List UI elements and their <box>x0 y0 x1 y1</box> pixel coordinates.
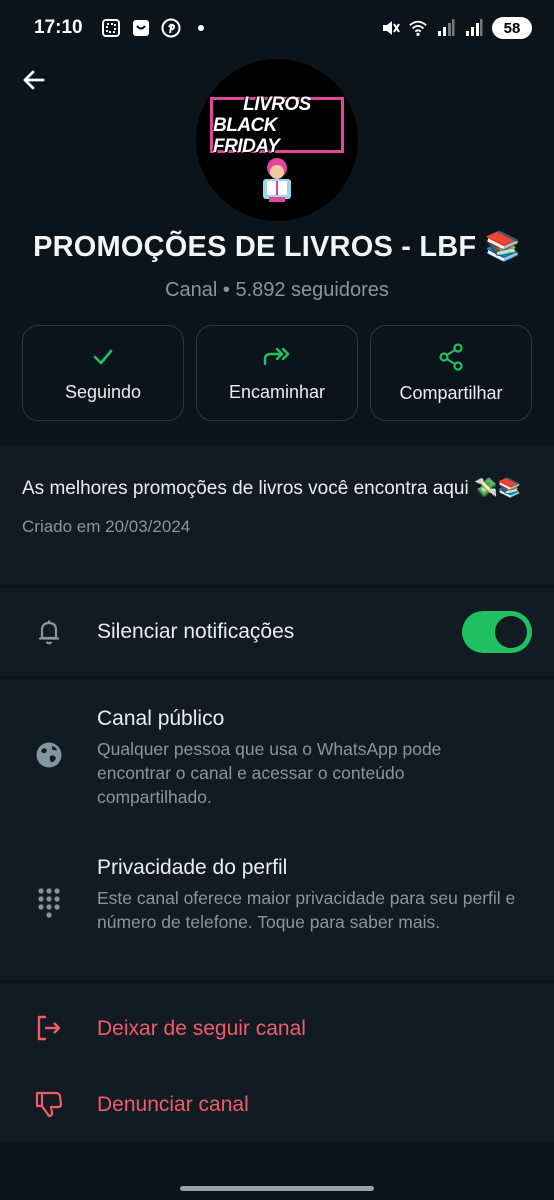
wifi-icon <box>408 18 428 38</box>
created-date: Criado em 20/03/2024 <box>22 517 191 536</box>
mute-icon <box>380 18 400 38</box>
battery-indicator: 58 <box>492 17 532 39</box>
share-label: Compartilhar <box>399 382 503 403</box>
channel-description: As melhores promoções de livros você enc… <box>22 478 522 499</box>
thumbs-down-icon <box>34 1089 64 1119</box>
avatar-logo-frame: LIVROS BLACK FRIDAY <box>210 93 344 157</box>
exit-icon <box>34 1013 64 1043</box>
home-indicator[interactable] <box>180 1186 374 1191</box>
forward-label: Encaminhar <box>228 381 326 402</box>
status-left-icons <box>101 18 211 38</box>
following-label: Seguindo <box>64 381 142 402</box>
action-buttons: Seguindo Encaminhar Compartilhar <box>22 325 532 421</box>
arrow-left-icon <box>23 70 45 90</box>
channel-avatar[interactable]: LIVROS BLACK FRIDAY <box>196 59 358 221</box>
signal-icon <box>436 18 456 38</box>
info-section: Canal público Qualquer pessoa que usa o … <box>0 680 554 980</box>
screenshot-icon <box>101 18 121 38</box>
back-button[interactable] <box>18 64 50 96</box>
share-button[interactable]: Compartilhar <box>370 325 532 421</box>
globe-icon <box>34 740 64 770</box>
check-icon <box>93 349 113 364</box>
description-section: As melhores promoções de livros você enc… <box>0 446 554 584</box>
mute-notifications-label: Silenciar notificações <box>97 620 295 643</box>
danger-section: Deixar de seguir canal Denunciar canal <box>0 984 554 1142</box>
channel-title: PROMOÇÕES DE LIVROS - LBF 📚 <box>33 231 521 263</box>
mute-notifications-toggle[interactable] <box>462 611 532 653</box>
pinterest-icon <box>161 18 181 38</box>
forward-icon <box>263 347 290 365</box>
avatar-logo-line2: BLACK FRIDAY <box>213 114 280 157</box>
profile-privacy-title: Privacidade do perfil <box>97 856 288 879</box>
report-channel-label: Denunciar canal <box>97 1093 249 1116</box>
status-time: 17:10 <box>34 17 83 38</box>
channel-subtitle: Canal • 5.892 seguidores <box>165 279 389 301</box>
signal-icon <box>464 18 484 38</box>
status-right-icons: 58 <box>380 17 532 39</box>
following-button[interactable]: Seguindo <box>22 325 184 421</box>
dialpad-icon <box>34 888 64 918</box>
avatar-logo-line1: LIVROS <box>243 93 311 115</box>
share-icon <box>439 342 463 371</box>
profile-privacy-text: Este canal oferece maior privacidade par… <box>97 888 516 932</box>
status-bar: 17:10 58 <box>0 0 554 56</box>
app-notification-icon <box>131 18 151 38</box>
reading-mascot-icon <box>263 158 291 202</box>
toggle-knob <box>495 616 527 648</box>
forward-button[interactable]: Encaminhar <box>196 325 358 421</box>
unfollow-channel-label: Deixar de seguir canal <box>97 1017 306 1040</box>
public-channel-title: Canal público <box>97 707 225 730</box>
public-channel-text: Qualquer pessoa que usa o WhatsApp pode … <box>97 739 442 807</box>
notifications-row[interactable]: Silenciar notificações <box>0 588 554 676</box>
dot-icon <box>191 18 211 38</box>
bell-icon <box>34 617 64 647</box>
